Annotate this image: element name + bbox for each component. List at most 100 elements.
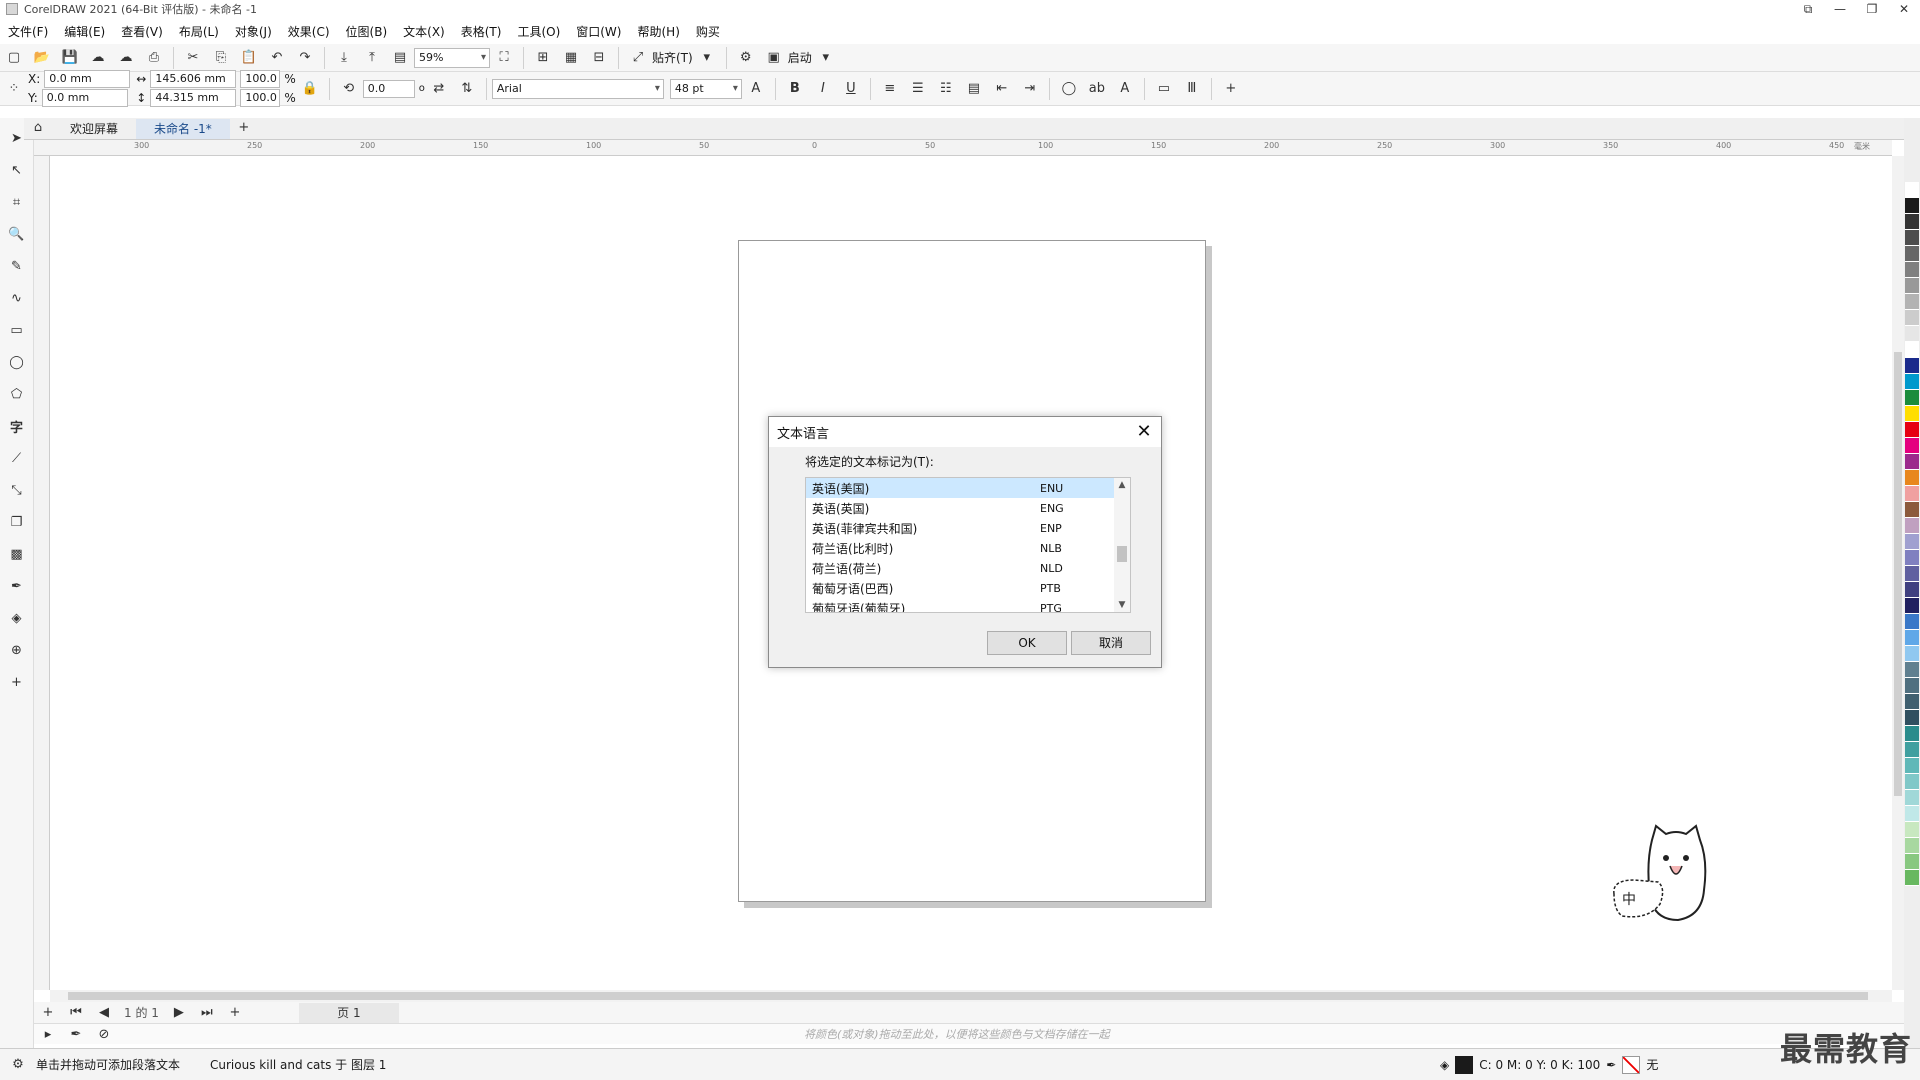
eyedropper-tool-icon[interactable]: ✒: [4, 573, 30, 599]
language-list[interactable]: 英语(美国) ENU 英语(英国) ENG 英语(菲律宾共和国) ENP 荷兰语(比利…: [805, 477, 1131, 613]
palette-swatch[interactable]: [1905, 726, 1919, 742]
launch-button[interactable]: 启动: [788, 49, 812, 66]
palette-swatch[interactable]: [1905, 406, 1919, 422]
palette-swatch[interactable]: [1905, 566, 1919, 582]
menu-view[interactable]: 查看(V): [113, 23, 171, 40]
palette-swatch[interactable]: [1905, 198, 1919, 214]
palette-swatch[interactable]: [1905, 758, 1919, 774]
menu-object[interactable]: 对象(J): [227, 23, 280, 40]
ok-button[interactable]: OK: [987, 631, 1067, 655]
menu-table[interactable]: 表格(T): [453, 23, 510, 40]
fill-color-swatch[interactable]: [1455, 1055, 1474, 1074]
y-position-input[interactable]: 0.0 mm: [41, 89, 128, 107]
polygon-tool-icon[interactable]: ⬠: [4, 381, 30, 407]
list-scroll-thumb[interactable]: [1117, 546, 1127, 562]
add-plus-icon[interactable]: +: [1219, 77, 1243, 101]
open-folder-icon[interactable]: 📂: [30, 46, 54, 70]
menu-layout[interactable]: 布局(L): [171, 23, 227, 40]
rotation-input[interactable]: 0.0: [362, 79, 415, 98]
connector-tool-icon[interactable]: ⤡: [4, 477, 30, 503]
zoom-select[interactable]: 59%: [414, 47, 490, 68]
first-page-icon[interactable]: ⏮: [64, 1001, 88, 1025]
palette-swatch[interactable]: [1905, 358, 1919, 374]
palette-swatch[interactable]: [1905, 742, 1919, 758]
mirror-vertical-icon[interactable]: ⇅: [455, 77, 479, 101]
palette-swatch[interactable]: [1905, 294, 1919, 310]
full-screen-icon[interactable]: ⛶: [492, 46, 516, 70]
restore-small-icon[interactable]: ⧉: [1792, 0, 1824, 18]
palette-swatch[interactable]: [1905, 822, 1919, 838]
status-gear-icon[interactable]: ⚙: [6, 1053, 30, 1077]
palette-swatch[interactable]: [1905, 310, 1919, 326]
palette-swatch[interactable]: [1905, 774, 1919, 790]
palette-swatch[interactable]: [1905, 438, 1919, 454]
palette-swatch[interactable]: [1905, 342, 1919, 358]
dimension-tool-icon[interactable]: ⟋: [4, 445, 30, 471]
list-item[interactable]: 葡萄牙语(葡萄牙) PTG: [806, 598, 1130, 613]
drop-shadow-tool-icon[interactable]: ❐: [4, 509, 30, 535]
palette-swatch[interactable]: [1905, 214, 1919, 230]
home-icon[interactable]: ⌂: [26, 115, 50, 139]
minimize-button[interactable]: —: [1824, 0, 1856, 18]
add-tool-icon[interactable]: +: [4, 669, 30, 695]
palette-swatch[interactable]: [1905, 614, 1919, 630]
height-input[interactable]: 44.315 mm: [150, 89, 237, 107]
scale-width-input[interactable]: 100.0: [240, 70, 281, 88]
maximize-button[interactable]: ❐: [1856, 0, 1888, 18]
palette-swatch[interactable]: [1905, 662, 1919, 678]
menu-tools[interactable]: 工具(O): [509, 23, 568, 40]
palette-swatch[interactable]: [1905, 262, 1919, 278]
palette-swatch[interactable]: [1905, 230, 1919, 246]
print-icon[interactable]: ⎙: [142, 46, 166, 70]
transparency-tool-icon[interactable]: ▩: [4, 541, 30, 567]
object-origin-icon[interactable]: ⁘: [2, 77, 26, 101]
menu-buy[interactable]: 购买: [688, 23, 728, 40]
scroll-down-icon[interactable]: ▼: [1114, 600, 1130, 610]
options-gear-icon[interactable]: ⚙: [734, 46, 758, 70]
palette-swatch[interactable]: [1905, 278, 1919, 294]
palette-swatch[interactable]: [1905, 694, 1919, 710]
palette-swatch[interactable]: [1905, 598, 1919, 614]
outline-color-swatch[interactable]: [1622, 1055, 1641, 1074]
text-tool-icon[interactable]: 字: [4, 413, 30, 439]
menu-effects[interactable]: 效果(C): [280, 23, 338, 40]
menu-file[interactable]: 文件(F): [0, 23, 56, 40]
palette-swatch[interactable]: [1905, 710, 1919, 726]
menu-text[interactable]: 文本(X): [395, 23, 453, 40]
horizontal-text-icon[interactable]: ▭: [1152, 77, 1176, 101]
show-rulers-icon[interactable]: ⊞: [531, 46, 555, 70]
cancel-button[interactable]: 取消: [1071, 631, 1151, 655]
lock-ratio-icon[interactable]: 🔒: [298, 77, 322, 101]
new-document-icon[interactable]: ▢: [2, 46, 26, 70]
scale-height-input[interactable]: 100.0: [240, 89, 281, 107]
palette-expand-icon[interactable]: ▸: [36, 1022, 60, 1046]
palette-swatch[interactable]: [1905, 838, 1919, 854]
shape-tool-icon[interactable]: ↖: [4, 157, 30, 183]
list-item[interactable]: 英语(美国) ENU: [806, 478, 1130, 498]
copy-icon[interactable]: ⎘: [209, 46, 233, 70]
list-scrollbar[interactable]: ▲ ▼: [1114, 478, 1130, 612]
import-icon[interactable]: ⤓: [332, 46, 356, 70]
edit-text-icon[interactable]: ab: [1085, 77, 1109, 101]
launch-chevron-down-icon[interactable]: ▾: [814, 46, 838, 70]
palette-swatch[interactable]: [1905, 502, 1919, 518]
palette-swatch[interactable]: [1905, 550, 1919, 566]
palette-swatch[interactable]: [1905, 790, 1919, 806]
palette-swatch[interactable]: [1905, 182, 1919, 198]
vertical-scrollbar[interactable]: [1892, 156, 1904, 990]
list-item[interactable]: 荷兰语(比利时) NLB: [806, 538, 1130, 558]
palette-swatch[interactable]: [1905, 678, 1919, 694]
show-grid-icon[interactable]: ▦: [559, 46, 583, 70]
vertical-ruler[interactable]: [34, 156, 50, 990]
horizontal-scrollbar[interactable]: [50, 990, 1892, 1002]
palette-swatch[interactable]: [1905, 326, 1919, 342]
page-tab-1[interactable]: 页 1: [298, 1002, 399, 1023]
font-scale-icon[interactable]: A: [744, 77, 768, 101]
palette-swatch[interactable]: [1905, 422, 1919, 438]
decrease-indent-icon[interactable]: ⇤: [990, 77, 1014, 101]
palette-swatch[interactable]: [1905, 854, 1919, 870]
palette-swatch[interactable]: [1905, 454, 1919, 470]
launcher-icon[interactable]: ▣: [762, 46, 786, 70]
freehand-tool-icon[interactable]: ✎: [4, 253, 30, 279]
previous-page-icon[interactable]: ◀: [92, 1001, 116, 1025]
